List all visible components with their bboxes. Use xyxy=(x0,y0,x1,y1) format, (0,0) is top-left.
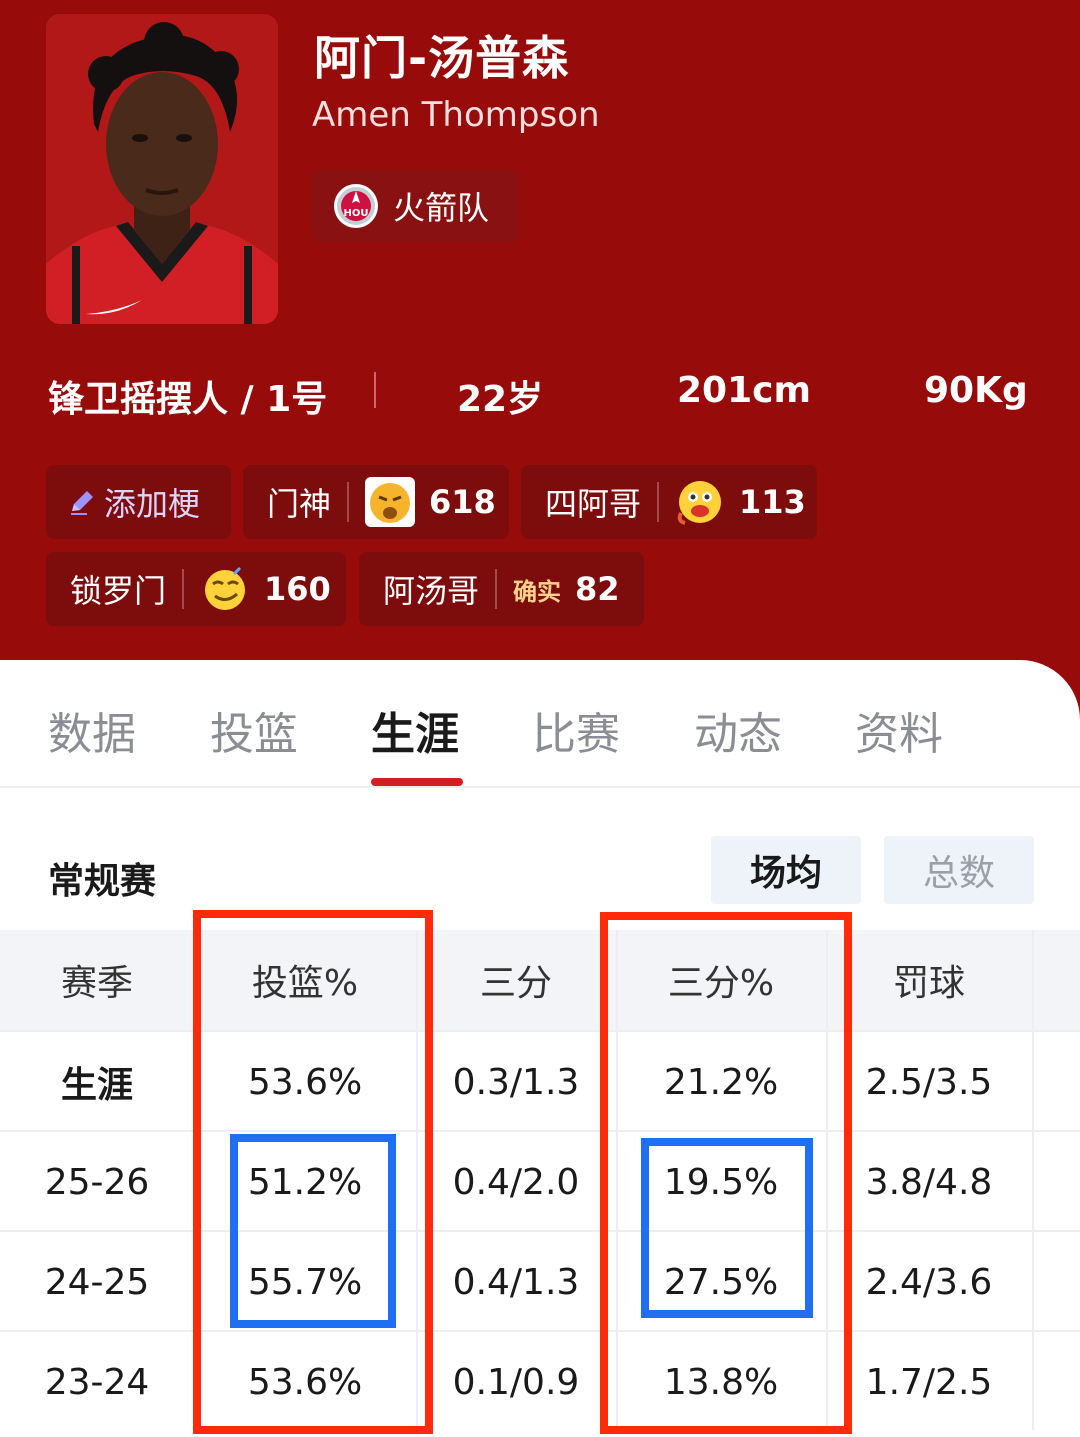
table-cell: 2.5/3.5 xyxy=(865,1061,993,1103)
player-weight: 90Kg xyxy=(924,370,1028,411)
tab-games[interactable]: 比赛 xyxy=(532,698,620,762)
table-row: 25-26 51.2% 0.4/2.0 19.5% 3.8/4.8 xyxy=(0,1130,1080,1230)
table-cell: 25-26 xyxy=(44,1161,150,1203)
player-header: 阿门-汤普森 Amen Thompson HOU 火箭队 锋卫摇摆人 / 1号 … xyxy=(0,0,1080,760)
info-divider xyxy=(374,372,376,408)
table-cell: 0.4/2.0 xyxy=(452,1161,580,1203)
table-cell: 0.4/1.3 xyxy=(452,1261,580,1303)
table-cell: 1.7/2.5 xyxy=(865,1361,993,1403)
svg-text:HOU: HOU xyxy=(344,208,369,219)
queshi-tag: 确实 xyxy=(513,577,562,606)
player-photo-image xyxy=(46,14,278,324)
table-cell: 23-24 xyxy=(44,1361,150,1403)
highlight-3p-recent xyxy=(641,1138,813,1318)
toggle-totals[interactable]: 总数 xyxy=(884,836,1034,904)
active-tab-indicator xyxy=(371,778,463,786)
career-card: 数据 投篮 生涯 比赛 动态 资料 常规赛 场均 总数 赛季 投篮% 三分 三分… xyxy=(0,660,1080,1437)
nickname-chip-atangge[interactable]: 阿汤哥 确实 82 xyxy=(359,552,644,626)
nickname-count: 82 xyxy=(575,570,620,608)
table-row: 23-24 53.6% 0.1/0.9 13.8% 1.7/2.5 xyxy=(0,1330,1080,1430)
toggle-per-game[interactable]: 场均 xyxy=(711,836,861,904)
table-cell: 0.1/0.9 xyxy=(452,1361,580,1403)
nickname-count: 113 xyxy=(739,483,806,521)
chip-separator xyxy=(182,569,185,609)
chip-separator xyxy=(495,569,498,609)
header-cell: 赛季 xyxy=(60,963,133,1004)
table-cell: 24-25 xyxy=(44,1261,150,1303)
player-photo xyxy=(46,14,278,324)
team-name: 火箭队 xyxy=(393,189,490,227)
grumpy-face-icon xyxy=(365,477,416,527)
add-nickname-label: 添加梗 xyxy=(104,485,201,523)
table-row: 24-25 55.7% 0.4/1.3 27.5% 2.4/3.6 xyxy=(0,1230,1080,1330)
nickname-chip-siage[interactable]: 四阿哥 113 xyxy=(521,465,817,539)
player-height: 201cm xyxy=(677,370,811,411)
chip-separator xyxy=(657,482,660,522)
player-name-en: Amen Thompson xyxy=(312,95,600,135)
nickname-label: 锁罗门 xyxy=(70,572,167,610)
table-cell: 3.8/4.8 xyxy=(865,1161,993,1203)
tab-shooting[interactable]: 投篮 xyxy=(210,698,298,762)
rockets-logo-icon: HOU xyxy=(334,184,378,228)
nickname-chip-suoluomen[interactable]: 锁罗门 160 xyxy=(46,552,346,626)
add-nickname-button[interactable]: 添加梗 xyxy=(46,465,231,539)
player-name-cn: 阿门-汤普森 xyxy=(314,31,570,85)
tab-bar: 数据 投篮 生涯 比赛 动态 资料 xyxy=(0,660,1080,788)
table-cell: 2.4/3.6 xyxy=(865,1261,993,1303)
drooling-face-icon xyxy=(677,481,722,525)
pencil-icon xyxy=(71,491,93,515)
team-chip[interactable]: HOU 火箭队 xyxy=(311,170,519,242)
tab-profile[interactable]: 资料 xyxy=(855,698,943,762)
tab-data[interactable]: 数据 xyxy=(48,698,136,762)
player-position: 锋卫摇摆人 / 1号 xyxy=(48,379,328,420)
highlight-fg-recent xyxy=(230,1134,396,1328)
table-cell: 0.3/1.3 xyxy=(452,1061,580,1103)
player-info-row: 锋卫摇摆人 / 1号 22岁 201cm 90Kg xyxy=(0,360,1080,424)
header-cell: 罚球 xyxy=(892,963,965,1004)
nickname-label: 门神 xyxy=(267,485,332,523)
section-title: 常规赛 xyxy=(48,861,157,902)
player-age: 22岁 xyxy=(457,379,544,420)
smirk-face-icon xyxy=(205,566,246,610)
table-row: 生涯 53.6% 0.3/1.3 21.2% 2.5/3.5 xyxy=(0,1030,1080,1130)
table-header-row: 赛季 投篮% 三分 三分% 罚球 xyxy=(0,930,1080,1030)
nickname-count: 160 xyxy=(264,570,331,608)
nickname-chip-menshen[interactable]: 门神 618 xyxy=(243,465,509,539)
header-cell: 三分 xyxy=(479,963,552,1004)
nickname-count: 618 xyxy=(429,483,496,521)
nickname-label: 四阿哥 xyxy=(545,485,642,523)
column-divider xyxy=(1032,930,1034,1430)
chip-separator xyxy=(347,482,350,522)
tab-career[interactable]: 生涯 xyxy=(371,698,459,762)
tab-news[interactable]: 动态 xyxy=(694,698,782,762)
table-cell: 生涯 xyxy=(60,1065,133,1106)
nickname-label: 阿汤哥 xyxy=(383,572,480,610)
